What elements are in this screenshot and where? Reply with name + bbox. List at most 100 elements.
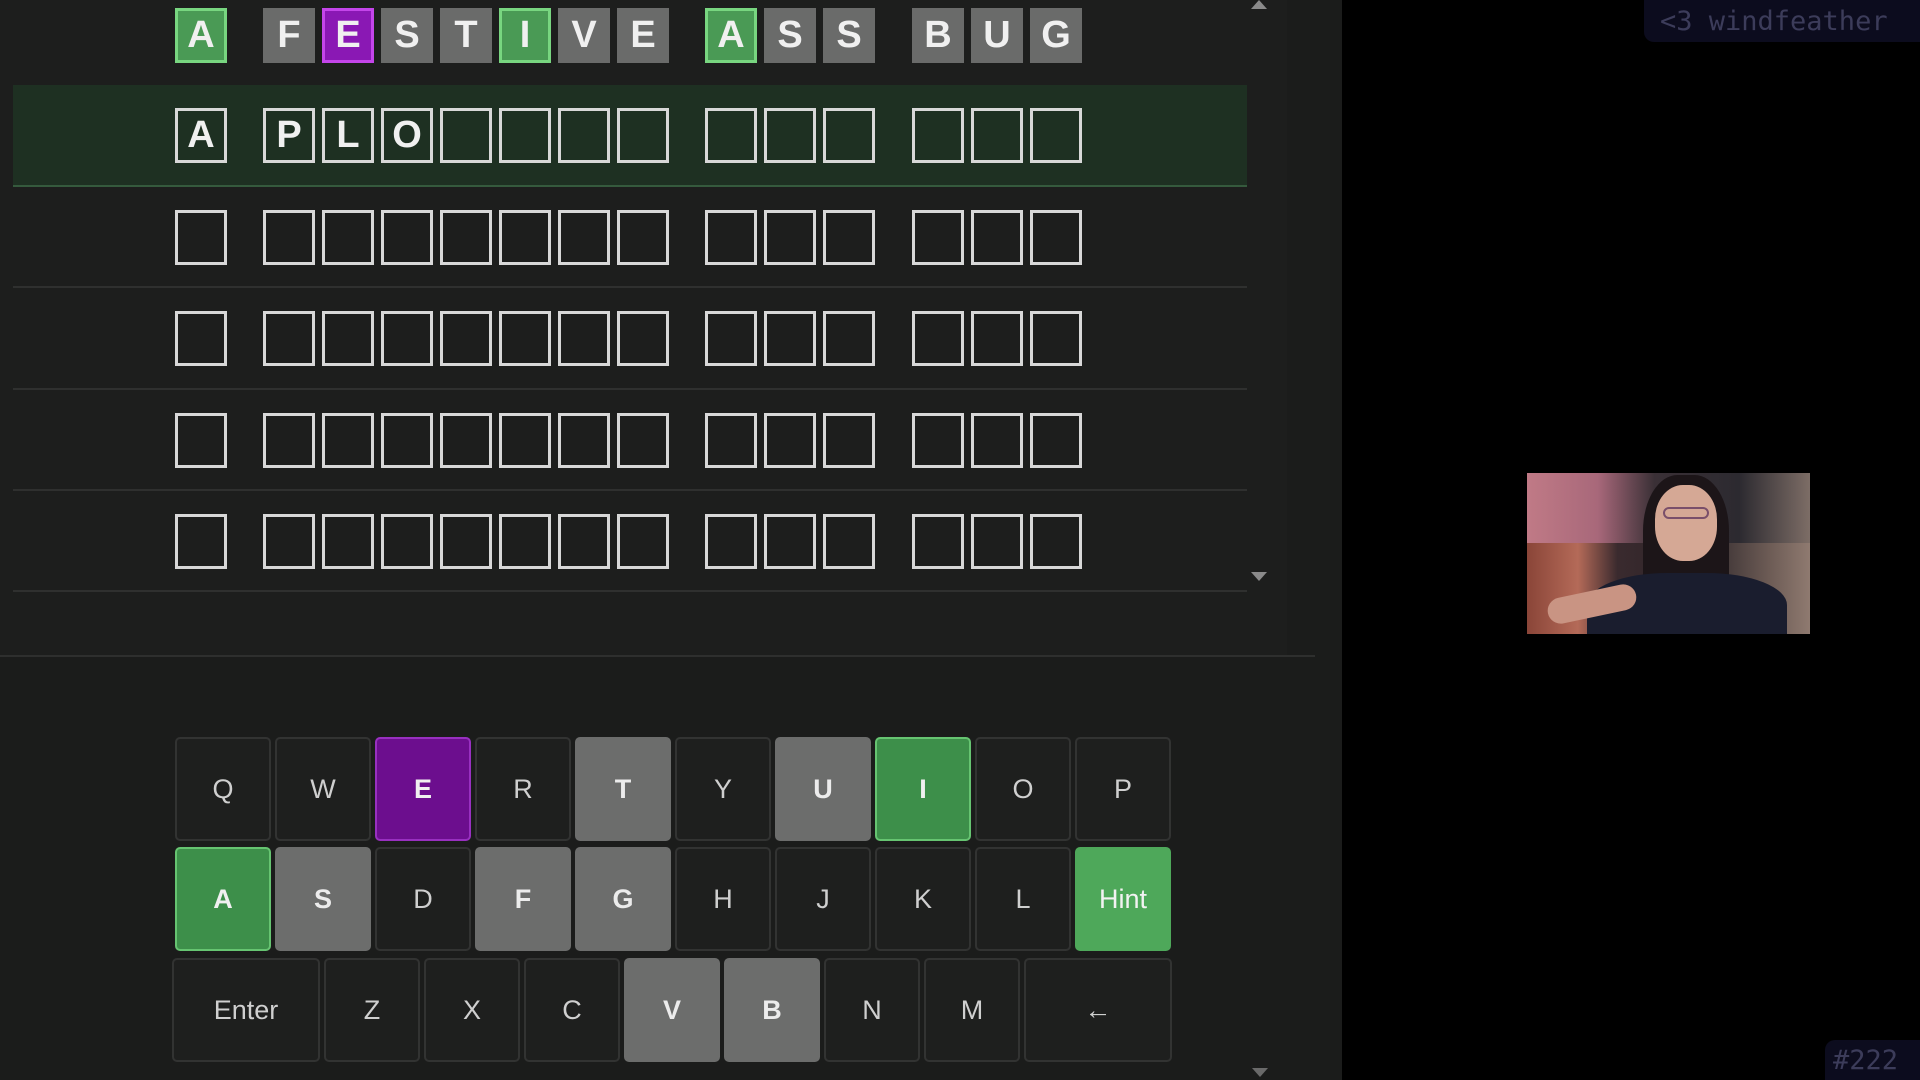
tile-r2-w2-c6 — [558, 108, 610, 163]
key-t[interactable]: T — [575, 737, 671, 841]
tile-r1-w2-c4: T — [440, 8, 492, 63]
tile-r6-w1-c1 — [175, 514, 227, 569]
key-v[interactable]: V — [624, 958, 720, 1062]
tile-r4-w2-c4 — [440, 311, 492, 366]
tile-r6-w2-c2 — [322, 514, 374, 569]
tile-r5-w2-c2 — [322, 413, 374, 468]
tile-r2-w2-c2: L — [322, 108, 374, 163]
tile-r4-w3-c1 — [705, 311, 757, 366]
scroll-down-arrow-icon[interactable] — [1251, 572, 1267, 581]
tile-r2-w3-c1 — [705, 108, 757, 163]
key-o[interactable]: O — [975, 737, 1071, 841]
board-row-2: APLO — [13, 85, 1247, 187]
stream-tag-label: #222 — [1825, 1040, 1920, 1080]
tile-r4-w2-c1 — [263, 311, 315, 366]
webcam-feed — [1527, 473, 1810, 634]
board-row-6 — [13, 491, 1247, 592]
tile-r4-w2-c7 — [617, 311, 669, 366]
tile-r1-w2-c1: F — [263, 8, 315, 63]
tile-r3-w3-c1 — [705, 210, 757, 265]
tile-r1-w4-c2: U — [971, 8, 1023, 63]
tile-r4-w3-c3 — [823, 311, 875, 366]
key-j[interactable]: J — [775, 847, 871, 951]
page-scroll-down-arrow-icon[interactable] — [1252, 1068, 1268, 1077]
tile-r5-w3-c1 — [705, 413, 757, 468]
tile-r3-w2-c3 — [381, 210, 433, 265]
scroll-up-arrow-icon[interactable] — [1251, 0, 1267, 9]
tile-r5-w2-c6 — [558, 413, 610, 468]
game-panel: AFESTIVEASSBUGAPLO Q W E R T Y U I O P A S D F G H J K L Hi… — [0, 0, 1342, 1080]
tile-r6-w2-c6 — [558, 514, 610, 569]
tile-r6-w4-c1 — [912, 514, 964, 569]
key-d[interactable]: D — [375, 847, 471, 951]
tile-r1-w2-c2: E — [322, 8, 374, 63]
tile-r1-w3-c1: A — [705, 8, 757, 63]
key-r[interactable]: R — [475, 737, 571, 841]
tile-r1-w1-c1: A — [175, 8, 227, 63]
tile-r5-w4-c2 — [971, 413, 1023, 468]
key-g[interactable]: G — [575, 847, 671, 951]
tile-r1-w2-c3: S — [381, 8, 433, 63]
board-scrollbar[interactable] — [1251, 0, 1267, 590]
tile-r5-w4-c1 — [912, 413, 964, 468]
key-enter[interactable]: Enter — [172, 958, 320, 1062]
key-q[interactable]: Q — [175, 737, 271, 841]
tile-r6-w3-c2 — [764, 514, 816, 569]
tile-r3-w2-c5 — [499, 210, 551, 265]
tile-r1-w2-c5: I — [499, 8, 551, 63]
tile-r1-w4-c3: G — [1030, 8, 1082, 63]
tile-r3-w3-c3 — [823, 210, 875, 265]
tile-r5-w2-c4 — [440, 413, 492, 468]
key-x[interactable]: X — [424, 958, 520, 1062]
key-y[interactable]: Y — [675, 737, 771, 841]
tile-r3-w2-c1 — [263, 210, 315, 265]
tile-r1-w3-c2: S — [764, 8, 816, 63]
key-h[interactable]: H — [675, 847, 771, 951]
tile-r2-w4-c2 — [971, 108, 1023, 163]
key-k[interactable]: K — [875, 847, 971, 951]
tile-r2-w2-c4 — [440, 108, 492, 163]
webcam-person-glasses — [1663, 507, 1709, 519]
tile-r2-w3-c2 — [764, 108, 816, 163]
tile-r5-w2-c1 — [263, 413, 315, 468]
tile-r6-w3-c1 — [705, 514, 757, 569]
tile-r2-w4-c3 — [1030, 108, 1082, 163]
key-a[interactable]: A — [175, 847, 271, 951]
key-c[interactable]: C — [524, 958, 620, 1062]
tile-r2-w2-c5 — [499, 108, 551, 163]
key-b[interactable]: B — [724, 958, 820, 1062]
key-hint[interactable]: Hint — [1075, 847, 1171, 951]
tile-r1-w4-c1: B — [912, 8, 964, 63]
tile-r6-w2-c5 — [499, 514, 551, 569]
tile-r5-w2-c5 — [499, 413, 551, 468]
key-e[interactable]: E — [375, 737, 471, 841]
key-w[interactable]: W — [275, 737, 371, 841]
tile-r5-w4-c3 — [1030, 413, 1082, 468]
tile-r3-w4-c2 — [971, 210, 1023, 265]
tile-r2-w2-c3: O — [381, 108, 433, 163]
key-l[interactable]: L — [975, 847, 1071, 951]
key-s[interactable]: S — [275, 847, 371, 951]
key-i[interactable]: I — [875, 737, 971, 841]
tile-r6-w2-c7 — [617, 514, 669, 569]
tile-r3-w4-c1 — [912, 210, 964, 265]
tile-r4-w2-c3 — [381, 311, 433, 366]
key-backspace[interactable]: ← — [1024, 958, 1172, 1062]
tile-r4-w2-c2 — [322, 311, 374, 366]
tile-r1-w2-c7: E — [617, 8, 669, 63]
tile-r4-w4-c3 — [1030, 311, 1082, 366]
key-u[interactable]: U — [775, 737, 871, 841]
key-z[interactable]: Z — [324, 958, 420, 1062]
tile-r6-w3-c3 — [823, 514, 875, 569]
board-row-5 — [13, 390, 1247, 491]
key-p[interactable]: P — [1075, 737, 1171, 841]
key-f[interactable]: F — [475, 847, 571, 951]
key-m[interactable]: M — [924, 958, 1020, 1062]
key-n[interactable]: N — [824, 958, 920, 1062]
tile-r3-w4-c3 — [1030, 210, 1082, 265]
tile-r6-w4-c3 — [1030, 514, 1082, 569]
puzzle-board: AFESTIVEASSBUGAPLO — [0, 0, 1287, 655]
tile-r1-w3-c3: S — [823, 8, 875, 63]
tile-r3-w2-c2 — [322, 210, 374, 265]
tile-r2-w3-c3 — [823, 108, 875, 163]
